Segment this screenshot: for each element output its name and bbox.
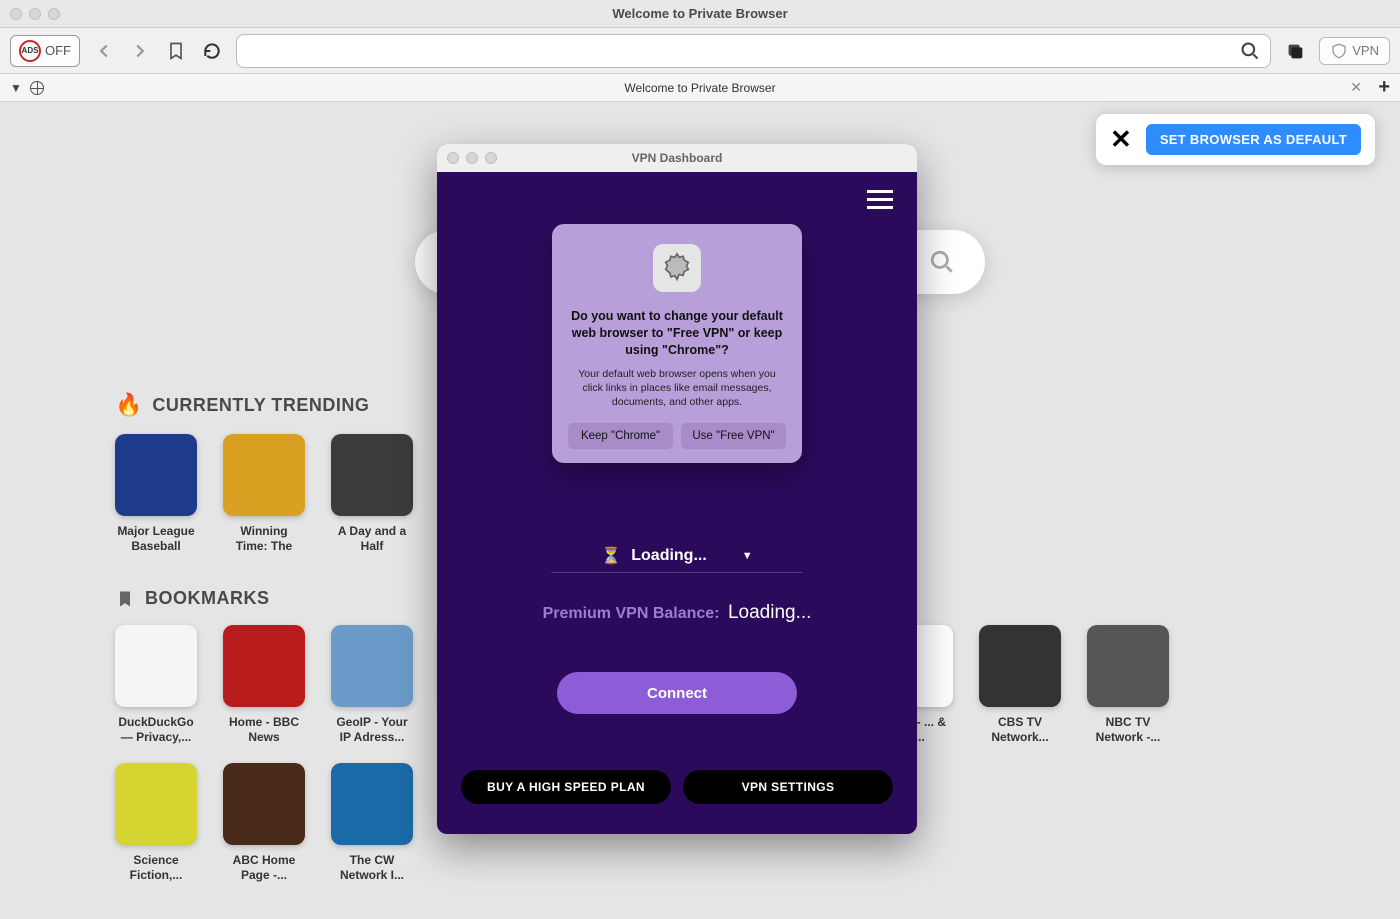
vpn-titlebar: VPN Dashboard	[437, 144, 917, 172]
vpn-label: VPN	[1352, 43, 1379, 58]
vpn-loading-text: Loading...	[631, 547, 707, 565]
vpn-dashboard-window: VPN Dashboard Do you want to change your…	[437, 144, 917, 834]
default-browser-banner: ✕ SET BROWSER AS DEFAULT	[1096, 114, 1375, 165]
gear-icon	[653, 244, 701, 292]
flame-icon: 🔥	[115, 392, 142, 418]
balance-label: Premium VPN Balance:	[543, 605, 720, 622]
card[interactable]: NBC TV Network -...	[1087, 625, 1169, 745]
minimize-dot[interactable]	[29, 8, 41, 20]
forward-button[interactable]	[128, 39, 152, 63]
card-label: Winning Time: The Rise o...	[223, 524, 305, 554]
browser-toolbar: ADS OFF VPN	[0, 28, 1400, 74]
thumbnail	[115, 763, 197, 845]
bookmark-button[interactable]	[164, 39, 188, 63]
tab-bar: ▼ Welcome to Private Browser ✕ +	[0, 74, 1400, 102]
card[interactable]: GeoIP - Your IP Adress...	[331, 625, 413, 745]
thumbnail	[331, 625, 413, 707]
vpn-balance: Premium VPN Balance: Loading...	[437, 602, 917, 624]
traffic-lights	[10, 8, 60, 20]
vpn-window-title: VPN Dashboard	[437, 151, 917, 165]
card[interactable]: Winning Time: The Rise o...	[223, 434, 305, 554]
set-default-button[interactable]: SET BROWSER AS DEFAULT	[1146, 124, 1361, 155]
use-free-vpn-button[interactable]: Use "Free VPN"	[681, 423, 786, 449]
card[interactable]: Science Fiction,...	[115, 763, 197, 883]
close-dot[interactable]	[10, 8, 22, 20]
default-browser-prompt: Do you want to change your default web b…	[552, 224, 802, 463]
card[interactable]: CBS TV Network...	[979, 625, 1061, 745]
window-title: Welcome to Private Browser	[0, 6, 1400, 21]
reload-button[interactable]	[200, 39, 224, 63]
address-input[interactable]	[247, 43, 1240, 59]
thumbnail	[979, 625, 1061, 707]
address-bar[interactable]	[236, 34, 1271, 68]
card[interactable]: ABC Home Page -...	[223, 763, 305, 883]
ads-status-label: OFF	[45, 43, 71, 58]
vpn-toolbar-button[interactable]: VPN	[1319, 37, 1390, 65]
tab-title[interactable]: Welcome to Private Browser	[0, 81, 1400, 95]
card-label: CBS TV Network...	[979, 715, 1061, 745]
card-label: ABC Home Page -...	[223, 853, 305, 883]
bookmarks-heading: BOOKMARKS	[145, 588, 270, 609]
prompt-description: Your default web browser opens when you …	[568, 367, 786, 410]
search-icon[interactable]	[929, 249, 955, 275]
card[interactable]: Major League Baseball	[115, 434, 197, 554]
thumbnail	[1087, 625, 1169, 707]
card-label: Science Fiction,...	[115, 853, 197, 883]
hamburger-menu-icon[interactable]	[867, 190, 893, 209]
buy-plan-button[interactable]: BUY A HIGH SPEED PLAN	[461, 770, 671, 804]
thumbnail	[223, 763, 305, 845]
connect-button[interactable]: Connect	[557, 672, 797, 714]
thumbnail	[115, 434, 197, 516]
hourglass-icon: ⏳	[601, 546, 621, 566]
ads-icon: ADS	[19, 40, 41, 62]
card[interactable]: A Day and a Half	[331, 434, 413, 554]
vpn-location-selector[interactable]: ⏳ Loading... ▼	[551, 542, 802, 573]
back-button[interactable]	[92, 39, 116, 63]
thumbnail	[115, 625, 197, 707]
tabs-overview-button[interactable]	[1283, 39, 1307, 63]
card-label: A Day and a Half	[331, 524, 413, 554]
thumbnail	[223, 434, 305, 516]
window-titlebar: Welcome to Private Browser	[0, 0, 1400, 28]
prompt-question: Do you want to change your default web b…	[568, 308, 786, 359]
shield-icon	[1330, 42, 1348, 60]
card-label: The CW Network I...	[331, 853, 413, 883]
thumbnail	[223, 625, 305, 707]
close-icon[interactable]: ✕	[1110, 124, 1132, 155]
balance-value: Loading...	[728, 602, 811, 623]
tab-close-button[interactable]: ✕	[1350, 79, 1362, 96]
card[interactable]: DuckDuckGo — Privacy,...	[115, 625, 197, 745]
card[interactable]: The CW Network I...	[331, 763, 413, 883]
keep-chrome-button[interactable]: Keep "Chrome"	[568, 423, 673, 449]
card-label: Home - BBC News	[223, 715, 305, 745]
bookmark-icon	[115, 589, 135, 609]
thumbnail	[331, 763, 413, 845]
chevron-down-icon: ▼	[742, 550, 753, 562]
vpn-settings-button[interactable]: VPN SETTINGS	[683, 770, 893, 804]
card-label: Major League Baseball	[115, 524, 197, 554]
start-page: ✕ SET BROWSER AS DEFAULT 🔥 CURRENTLY TRE…	[0, 102, 1400, 919]
thumbnail	[331, 434, 413, 516]
new-tab-button[interactable]: +	[1378, 76, 1390, 99]
card[interactable]: Home - BBC News	[223, 625, 305, 745]
card-label: DuckDuckGo — Privacy,...	[115, 715, 197, 745]
zoom-dot[interactable]	[48, 8, 60, 20]
card-label: NBC TV Network -...	[1087, 715, 1169, 745]
search-icon[interactable]	[1240, 41, 1260, 61]
trending-heading: CURRENTLY TRENDING	[152, 395, 369, 416]
card-label: GeoIP - Your IP Adress...	[331, 715, 413, 745]
ads-toggle[interactable]: ADS OFF	[10, 35, 80, 67]
